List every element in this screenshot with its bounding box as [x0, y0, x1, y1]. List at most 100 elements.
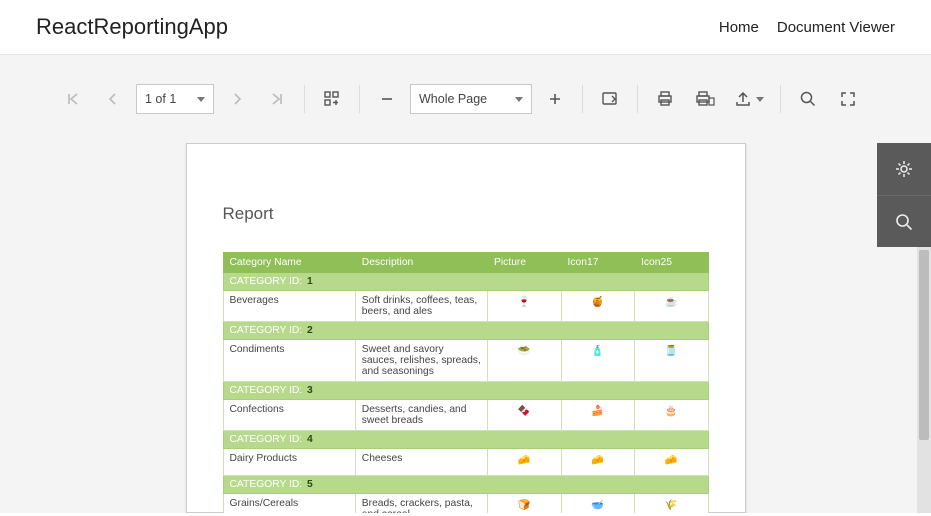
col-header-picture: Picture: [488, 253, 561, 273]
cell-name: Dairy Products: [223, 449, 355, 476]
report-title: Report: [223, 204, 709, 224]
product-picture-icon: 🍷: [513, 295, 535, 313]
zoom-selector[interactable]: Whole Page: [410, 84, 532, 114]
print-button[interactable]: [648, 82, 682, 116]
product-picture-icon: 🍞: [513, 498, 535, 513]
category-prefix: CATEGORY ID:: [230, 276, 303, 287]
cell-picture: 🧀: [488, 449, 561, 476]
cell-name: Beverages: [223, 291, 355, 322]
col-header-icon17: Icon17: [561, 253, 634, 273]
col-header-icon25: Icon25: [635, 253, 709, 273]
category-header-row: CATEGORY ID: 4: [223, 431, 708, 449]
product-icon25-icon: 🎂: [660, 404, 682, 422]
product-icon17-icon: 🍰: [587, 404, 609, 422]
search-button[interactable]: [791, 82, 825, 116]
category-header-row: CATEGORY ID: 5: [223, 476, 708, 494]
fullscreen-button[interactable]: [831, 82, 865, 116]
cell-icon25: 🎂: [635, 400, 709, 431]
product-icon25-icon: 🌾: [660, 498, 682, 513]
separator: [359, 85, 360, 113]
page-selector[interactable]: 1 of 1: [136, 84, 214, 114]
side-search-button[interactable]: [877, 195, 931, 247]
scroll-thumb[interactable]: [919, 250, 929, 440]
cell-desc: Desserts, candies, and sweet breads: [355, 400, 487, 431]
nav-document-viewer[interactable]: Document Viewer: [777, 19, 895, 36]
viewer-toolbar: 1 of 1 Whole Page: [26, 75, 905, 123]
product-icon25-icon: 🫙: [660, 344, 682, 362]
category-prefix: CATEGORY ID:: [230, 385, 303, 396]
document-viewer: 1 of 1 Whole Page: [0, 55, 931, 513]
cell-desc: Breads, crackers, pasta, and cereal: [355, 494, 487, 514]
product-picture-icon: 🧀: [513, 453, 535, 471]
cell-icon25: 🌾: [635, 494, 709, 514]
cell-icon25: 🧀: [635, 449, 709, 476]
cell-name: Confections: [223, 400, 355, 431]
cell-icon17: 🥣: [561, 494, 634, 514]
cell-icon17: 🧴: [561, 340, 634, 382]
zoom-label: Whole Page: [419, 92, 487, 106]
side-panel: [877, 143, 931, 247]
col-header-name: Category Name: [223, 253, 355, 273]
category-prefix: CATEGORY ID:: [230, 479, 303, 490]
separator: [637, 85, 638, 113]
caret-down-icon: [756, 97, 764, 102]
category-header-row: CATEGORY ID: 1: [223, 273, 708, 291]
cell-picture: 🥗: [488, 340, 561, 382]
cell-icon25: ☕: [635, 291, 709, 322]
category-header-row: CATEGORY ID: 2: [223, 322, 708, 340]
report-page: Report Category Name Description Picture…: [186, 143, 746, 513]
category-id: 2: [307, 325, 313, 336]
product-icon17-icon: 🥣: [587, 498, 609, 513]
product-icon25-icon: 🧀: [660, 453, 682, 471]
product-picture-icon: 🥗: [513, 344, 535, 362]
report-table: Category Name Description Picture Icon17…: [223, 252, 709, 513]
table-row: ConfectionsDesserts, candies, and sweet …: [223, 400, 708, 431]
cell-icon17: 🍯: [561, 291, 634, 322]
nav-home[interactable]: Home: [719, 19, 759, 36]
table-row: Grains/CerealsBreads, crackers, pasta, a…: [223, 494, 708, 514]
cell-picture: 🍷: [488, 291, 561, 322]
table-row: Dairy ProductsCheeses 🧀 🧀 🧀: [223, 449, 708, 476]
cell-picture: 🍫: [488, 400, 561, 431]
next-page-button[interactable]: [220, 82, 254, 116]
caret-down-icon: [197, 97, 205, 102]
zoom-in-button[interactable]: [538, 82, 572, 116]
separator: [304, 85, 305, 113]
separator: [582, 85, 583, 113]
category-id: 5: [307, 479, 313, 490]
page-surface: Report Category Name Description Picture…: [26, 143, 905, 513]
settings-button[interactable]: [877, 143, 931, 195]
product-icon17-icon: 🧴: [587, 344, 609, 362]
cell-desc: Sweet and savory sauces, relishes, sprea…: [355, 340, 487, 382]
category-id: 1: [307, 276, 313, 287]
product-icon25-icon: ☕: [660, 295, 682, 313]
cell-icon17: 🍰: [561, 400, 634, 431]
page-label: 1 of 1: [145, 92, 176, 106]
app-title: ReactReportingApp: [36, 14, 228, 40]
cell-desc: Cheeses: [355, 449, 487, 476]
export-button[interactable]: [728, 82, 770, 116]
cell-desc: Soft drinks, coffees, teas, beers, and a…: [355, 291, 487, 322]
vertical-scrollbar[interactable]: [917, 247, 931, 513]
cell-icon17: 🧀: [561, 449, 634, 476]
highlight-fields-button[interactable]: [593, 82, 627, 116]
cell-icon25: 🫙: [635, 340, 709, 382]
multipage-view-button[interactable]: [315, 82, 349, 116]
nav-links: Home Document Viewer: [719, 19, 895, 36]
zoom-out-button[interactable]: [370, 82, 404, 116]
category-id: 4: [307, 434, 313, 445]
print-page-button[interactable]: [688, 82, 722, 116]
prev-page-button[interactable]: [96, 82, 130, 116]
category-prefix: CATEGORY ID:: [230, 325, 303, 336]
col-header-desc: Description: [355, 253, 487, 273]
product-picture-icon: 🍫: [513, 404, 535, 422]
cell-picture: 🍞: [488, 494, 561, 514]
caret-down-icon: [515, 97, 523, 102]
category-header-row: CATEGORY ID: 3: [223, 382, 708, 400]
separator: [780, 85, 781, 113]
product-icon17-icon: 🧀: [587, 453, 609, 471]
first-page-button[interactable]: [56, 82, 90, 116]
app-header: ReactReportingApp Home Document Viewer: [0, 0, 931, 55]
category-prefix: CATEGORY ID:: [230, 434, 303, 445]
last-page-button[interactable]: [260, 82, 294, 116]
